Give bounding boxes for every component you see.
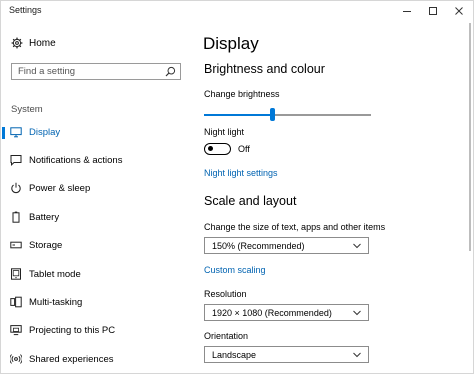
search-icon[interactable] bbox=[165, 66, 176, 77]
maximize-icon bbox=[429, 7, 437, 15]
change-brightness-label: Change brightness bbox=[204, 89, 280, 99]
scale-value: 150% (Recommended) bbox=[212, 241, 305, 251]
close-button[interactable] bbox=[445, 1, 473, 21]
sidebar-item-label: Tablet mode bbox=[29, 269, 81, 280]
scale-dropdown[interactable]: 150% (Recommended) bbox=[204, 237, 369, 254]
sidebar-item-power-sleep[interactable]: Power & sleep bbox=[1, 178, 191, 200]
scale-layout-heading: Scale and layout bbox=[204, 194, 297, 208]
resolution-value: 1920 × 1080 (Recommended) bbox=[212, 308, 332, 318]
sidebar-item-shared-experiences[interactable]: Shared experiences bbox=[1, 349, 191, 371]
custom-scaling-link[interactable]: Custom scaling bbox=[204, 265, 266, 275]
battery-icon bbox=[12, 211, 20, 223]
chevron-down-icon bbox=[353, 243, 361, 249]
sidebar-item-label: Display bbox=[29, 127, 61, 138]
window-title: Settings bbox=[9, 5, 42, 15]
sidebar-item-label: Battery bbox=[29, 212, 60, 223]
storage-icon bbox=[10, 241, 22, 249]
sidebar-item-label: Storage bbox=[29, 240, 63, 251]
search-box[interactable] bbox=[11, 63, 181, 80]
sidebar-item-storage[interactable]: Storage bbox=[1, 235, 191, 257]
sidebar-item-display[interactable]: Display bbox=[1, 122, 191, 144]
sidebar-item-label: Notifications & actions bbox=[29, 155, 123, 166]
orientation-dropdown[interactable]: Landscape bbox=[204, 346, 369, 363]
size-label: Change the size of text, apps and other … bbox=[204, 222, 386, 232]
night-light-state: Off bbox=[238, 144, 250, 154]
sidebar-item-battery[interactable]: Battery bbox=[1, 207, 191, 229]
scrollbar-thumb[interactable] bbox=[469, 23, 471, 251]
resolution-dropdown[interactable]: 1920 × 1080 (Recommended) bbox=[204, 304, 369, 321]
sidebar-item-label: Projecting to this PC bbox=[29, 325, 116, 336]
projecting-icon bbox=[10, 325, 22, 336]
slider-thumb[interactable] bbox=[270, 108, 275, 121]
scrollbar[interactable] bbox=[467, 21, 473, 373]
multitasking-icon bbox=[10, 296, 22, 308]
sidebar-item-projecting[interactable]: Projecting to this PC bbox=[1, 320, 191, 342]
home-label: Home bbox=[29, 38, 56, 49]
sidebar-item-label: Multi-tasking bbox=[29, 297, 83, 308]
main-content: Display Brightness and colour Change bri… bbox=[193, 21, 465, 373]
chevron-down-icon bbox=[353, 352, 361, 358]
page-title: Display bbox=[203, 34, 259, 53]
orientation-value: Landscape bbox=[212, 350, 257, 360]
active-indicator bbox=[2, 127, 5, 139]
night-light-label: Night light bbox=[204, 127, 245, 137]
sidebar-item-notifications[interactable]: Notifications & actions bbox=[1, 150, 191, 172]
minimize-button[interactable] bbox=[393, 1, 421, 21]
toggle-knob bbox=[208, 146, 213, 151]
tablet-icon bbox=[11, 268, 21, 280]
search-input[interactable] bbox=[18, 65, 158, 78]
sidebar-item-home[interactable]: Home bbox=[1, 33, 191, 55]
resolution-label: Resolution bbox=[204, 289, 247, 299]
sidebar: Home System Display Notifications & bbox=[1, 21, 193, 373]
slider-fill bbox=[204, 114, 272, 116]
orientation-label: Orientation bbox=[204, 331, 249, 341]
maximize-button[interactable] bbox=[419, 1, 447, 21]
chevron-down-icon bbox=[353, 310, 361, 316]
message-icon bbox=[10, 155, 22, 166]
close-icon bbox=[455, 7, 463, 15]
sidebar-item-label: Shared experiences bbox=[29, 354, 114, 365]
brightness-slider[interactable] bbox=[204, 108, 371, 122]
brightness-heading: Brightness and colour bbox=[204, 62, 325, 76]
settings-window: Settings Home Find a setting System Disp… bbox=[0, 0, 474, 374]
night-light-toggle[interactable] bbox=[204, 143, 231, 155]
gear-icon bbox=[11, 37, 23, 49]
night-light-settings-link[interactable]: Night light settings bbox=[204, 168, 278, 178]
power-icon bbox=[11, 182, 21, 194]
section-label-system: System bbox=[11, 104, 43, 115]
shared-icon bbox=[10, 354, 22, 364]
sidebar-item-label: Power & sleep bbox=[29, 183, 91, 194]
monitor-icon bbox=[10, 127, 22, 138]
title-bar: Settings bbox=[1, 1, 473, 21]
sidebar-item-multi-tasking[interactable]: Multi-tasking bbox=[1, 292, 191, 314]
minimize-icon bbox=[403, 11, 411, 12]
sidebar-item-tablet-mode[interactable]: Tablet mode bbox=[1, 264, 191, 286]
